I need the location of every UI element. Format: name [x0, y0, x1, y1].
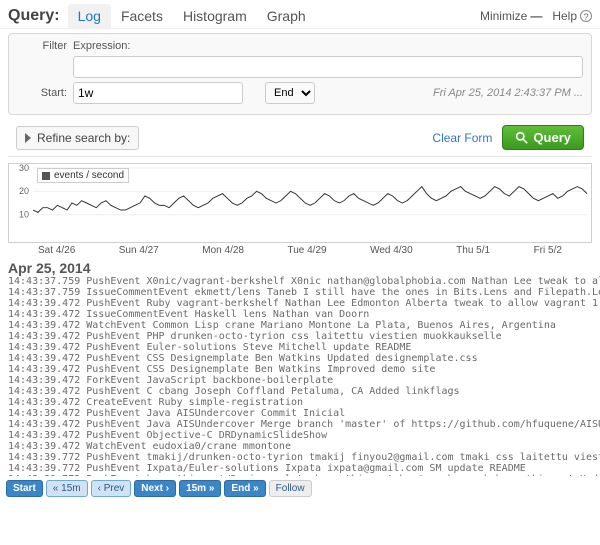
log-line[interactable]: 14:43:39.773 PushEvent benwatkinsart/Des…: [8, 474, 600, 476]
pager: Start « 15m ‹ Prev Next › 15m » End » Fo…: [0, 476, 600, 501]
pager-start[interactable]: Start: [6, 480, 43, 497]
log-line[interactable]: 14:43:39.472 IssueCommentEvent Haskell l…: [8, 309, 600, 320]
pager-end[interactable]: End »: [224, 480, 265, 497]
log-line[interactable]: 14:43:39.472 PushEvent CSS Designemplate…: [8, 364, 600, 375]
pager-next[interactable]: Next ›: [134, 480, 176, 497]
log-line[interactable]: 14:43:39.472 WatchEvent Common Lisp cran…: [8, 320, 600, 331]
pager-fwd15[interactable]: 15m »: [179, 480, 221, 497]
query-button[interactable]: Query: [502, 125, 584, 150]
start-label: Start:: [17, 87, 73, 99]
log-line[interactable]: 14:43:39.472 PushEvent PHP drunken-octo-…: [8, 331, 600, 342]
pager-follow[interactable]: Follow: [269, 480, 312, 497]
filter-panel: Filter Expression: Start: End Fri Apr 25…: [8, 33, 592, 115]
x-tick: Mon 4/28: [202, 245, 244, 256]
log-line[interactable]: 14:43:39.772 PushEvent Ixpata/Euler-solu…: [8, 463, 600, 474]
refine-search-button[interactable]: Refine search by:: [16, 126, 139, 150]
end-select[interactable]: End: [265, 82, 315, 104]
query-label: Query:: [8, 7, 60, 25]
events-chart[interactable]: events / second 10 20 30: [8, 163, 592, 243]
now-timestamp: Fri Apr 25, 2014 2:43:37 PM ...: [433, 87, 583, 99]
tab-facets[interactable]: Facets: [111, 4, 173, 28]
expression-input[interactable]: [73, 56, 583, 78]
log-line[interactable]: 14:43:39.472 PushEvent C cbang Joseph Co…: [8, 386, 600, 397]
x-tick: Sun 4/27: [119, 245, 159, 256]
minimize-link[interactable]: Minimize —: [480, 9, 542, 23]
chart-legend: events / second: [37, 168, 129, 183]
tab-histogram[interactable]: Histogram: [173, 4, 257, 28]
x-tick: Wed 4/30: [370, 245, 413, 256]
log-line[interactable]: 14:43:39.472 PushEvent Ruby vagrant-berk…: [8, 298, 600, 309]
query-button-label: Query: [533, 130, 571, 145]
svg-text:30: 30: [19, 164, 29, 173]
refine-search-label: Refine search by:: [37, 131, 130, 145]
clear-form-link[interactable]: Clear Form: [432, 131, 492, 145]
start-input[interactable]: [73, 82, 243, 104]
caret-right-icon: [25, 133, 31, 143]
legend-label: events / second: [54, 170, 124, 181]
tab-log[interactable]: Log: [68, 4, 111, 28]
log-line[interactable]: 14:43:39.472 PushEvent Objective-C DRDyn…: [8, 430, 600, 441]
log-line[interactable]: 14:43:39.472 PushEvent CSS Designemplate…: [8, 353, 600, 364]
minimize-icon: —: [530, 9, 542, 23]
log-line[interactable]: 14:43:39.472 ForkEvent JavaScript backbo…: [8, 375, 600, 386]
log-line[interactable]: 14:43:39.472 PushEvent Euler-solutions S…: [8, 342, 600, 353]
tabs: Log Facets Histogram Graph: [68, 4, 316, 28]
log-line[interactable]: 14:43:39.472 WatchEvent eudoxia0/crane m…: [8, 441, 600, 452]
svg-text:10: 10: [19, 210, 29, 220]
log-date-header: Apr 25, 2014: [8, 260, 592, 276]
search-icon: [515, 131, 528, 144]
log-line[interactable]: 14:43:39.472 PushEvent Java AISUndercove…: [8, 419, 600, 430]
log-line[interactable]: 14:43:39.472 PushEvent Java AISUndercove…: [8, 408, 600, 419]
log-area[interactable]: 14:43:37.759 PushEvent X0nic/vagrant-ber…: [8, 276, 600, 476]
x-tick: Fri 5/2: [534, 245, 562, 256]
log-line[interactable]: 14:43:39.772 PushEvent tmakij/drunken-oc…: [8, 452, 600, 463]
svg-text:20: 20: [19, 186, 29, 196]
help-icon: ?: [580, 10, 592, 22]
pager-back15[interactable]: « 15m: [46, 480, 88, 497]
log-line[interactable]: 14:43:39.472 CreateEvent Ruby simple-reg…: [8, 397, 600, 408]
filter-label: Filter: [17, 40, 73, 52]
x-tick: Thu 5/1: [456, 245, 490, 256]
legend-swatch-icon: [42, 172, 50, 180]
help-label: Help: [552, 9, 577, 23]
x-tick: Sat 4/26: [38, 245, 75, 256]
tab-graph[interactable]: Graph: [257, 4, 316, 28]
x-tick: Tue 4/29: [287, 245, 326, 256]
help-link[interactable]: Help ?: [552, 9, 592, 23]
log-line[interactable]: 14:43:37.759 IssueCommentEvent ekmett/le…: [8, 287, 600, 298]
chart-x-ticks: Sat 4/26 Sun 4/27 Mon 4/28 Tue 4/29 Wed 4/30…: [8, 245, 592, 256]
minimize-label: Minimize: [480, 9, 527, 23]
pager-prev[interactable]: ‹ Prev: [91, 480, 132, 497]
log-line[interactable]: 14:43:37.759 PushEvent X0nic/vagrant-ber…: [8, 276, 600, 287]
expression-label: Expression:: [73, 40, 136, 52]
